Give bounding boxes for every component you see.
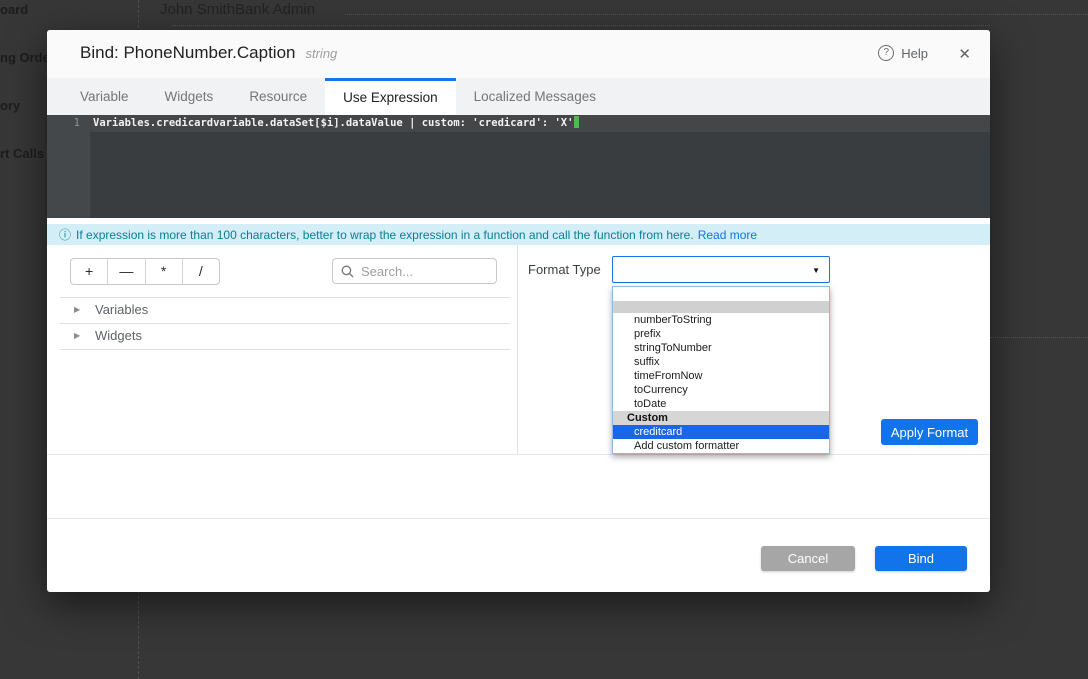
search-input[interactable] — [333, 259, 496, 283]
close-icon[interactable]: ✕ — [956, 43, 973, 65]
tab-widgets[interactable]: Widgets — [147, 78, 232, 115]
editor-code-line[interactable]: Variables.credicardvariable.dataSet[$i].… — [93, 115, 579, 132]
sidebar-item-calls: rt Calls — [0, 146, 44, 161]
tree-divider — [60, 349, 510, 350]
sidebar-item-dashboard: oard — [0, 2, 28, 17]
dialog-title: Bind: PhoneNumber.Caption string — [80, 43, 337, 63]
help-button[interactable]: ? Help — [878, 45, 928, 61]
background-dotted-line-canvas — [172, 25, 990, 26]
operator-minus-button[interactable]: — — [108, 259, 145, 284]
info-icon: ⓘ — [59, 226, 71, 243]
dialog-title-text: Bind: PhoneNumber.Caption — [80, 43, 295, 62]
operator-multiply-button[interactable]: * — [146, 259, 183, 284]
format-type-dropdown: numberToString prefix stringToNumber suf… — [612, 286, 830, 454]
background-user-label: John SmithBank Admin — [160, 1, 315, 18]
dropdown-option-add-custom-formatter[interactable]: Add custom formatter — [613, 439, 829, 453]
dialog-type-hint: string — [305, 46, 337, 61]
tab-variable[interactable]: Variable — [62, 78, 147, 115]
editor-line-number: 1 — [47, 115, 80, 132]
screen: oard ng Order ory rt Calls John SmithBan… — [0, 0, 1088, 679]
tab-resource[interactable]: Resource — [231, 78, 325, 115]
dropdown-group-custom: Custom — [613, 411, 829, 425]
background-dotted-line-right — [990, 337, 1088, 338]
cancel-button[interactable]: Cancel — [761, 546, 855, 571]
help-label: Help — [901, 46, 928, 61]
tree-item-label: Variables — [95, 302, 148, 317]
background-dotted-line-top — [345, 14, 1088, 15]
apply-format-button[interactable]: Apply Format — [881, 419, 978, 445]
dropdown-option-suffix[interactable]: suffix — [613, 355, 829, 369]
chevron-right-icon[interactable]: ▶ — [74, 331, 80, 340]
info-text: If expression is more than 100 character… — [76, 228, 694, 242]
editor-code-text: Variables.credicardvariable.dataSet[$i].… — [93, 117, 573, 129]
dropdown-option-creditcard[interactable]: creditcard — [613, 425, 829, 439]
dropdown-option-toCurrency[interactable]: toCurrency — [613, 383, 829, 397]
tab-localized-messages[interactable]: Localized Messages — [456, 78, 614, 115]
chevron-right-icon[interactable]: ▶ — [74, 305, 80, 314]
sidebar-item-history: ory — [0, 98, 20, 113]
expression-info-bar: ⓘ If expression is more than 100 charact… — [47, 224, 990, 245]
operator-plus-button[interactable]: + — [71, 259, 108, 284]
dialog-header: Bind: PhoneNumber.Caption string ? Help ✕ — [47, 30, 990, 78]
bind-dialog: Bind: PhoneNumber.Caption string ? Help ✕… — [47, 30, 990, 592]
dropdown-option-timeFromNow[interactable]: timeFromNow — [613, 369, 829, 383]
format-type-label: Format Type — [528, 262, 601, 277]
footer-divider — [47, 518, 990, 519]
format-type-select[interactable]: ▼ — [612, 256, 830, 283]
expression-editor[interactable]: 1 Variables.credicardvariable.dataSet[$i… — [47, 115, 990, 218]
dropdown-option-blank[interactable] — [613, 287, 829, 301]
search-box — [332, 258, 497, 284]
dropdown-option-numberToString[interactable]: numberToString — [613, 313, 829, 327]
tree-item-variables[interactable]: ▶ Variables — [60, 297, 510, 323]
editor-cursor — [574, 116, 579, 128]
dropdown-option-prefix[interactable]: prefix — [613, 327, 829, 341]
dropdown-option-blank-highlighted[interactable] — [613, 301, 829, 313]
dropdown-option-toDate[interactable]: toDate — [613, 397, 829, 411]
dialog-tabbar: Variable Widgets Resource Use Expression… — [47, 78, 990, 115]
tree-item-label: Widgets — [95, 328, 142, 343]
tab-use-expression[interactable]: Use Expression — [325, 78, 456, 115]
chevron-down-icon: ▼ — [812, 266, 820, 275]
pane-divider — [517, 245, 518, 454]
operator-toolbar: + — * / — [70, 258, 220, 285]
dropdown-option-stringToNumber[interactable]: stringToNumber — [613, 341, 829, 355]
bind-button[interactable]: Bind — [875, 546, 967, 571]
section-divider — [47, 454, 990, 455]
operator-divide-button[interactable]: / — [183, 259, 219, 284]
tree-item-widgets[interactable]: ▶ Widgets — [60, 323, 510, 349]
help-icon: ? — [878, 45, 894, 61]
read-more-link[interactable]: Read more — [698, 228, 757, 242]
